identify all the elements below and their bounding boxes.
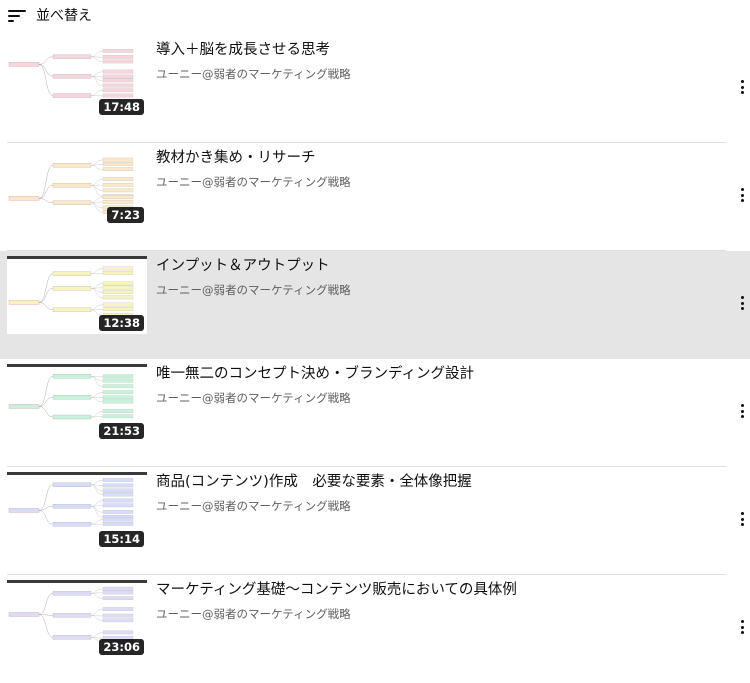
video-item[interactable]: 23:06 マーケティング基礎〜コンテンツ販売においての具体例 ユーニー@弱者の…: [0, 575, 750, 683]
video-title[interactable]: インプット＆アウトプット: [156, 256, 696, 276]
video-thumbnail[interactable]: 21:53: [7, 364, 147, 442]
video-title[interactable]: マーケティング基礎〜コンテンツ販売においての具体例: [156, 580, 696, 600]
more-options-icon[interactable]: [734, 75, 750, 99]
video-title[interactable]: 導入＋脳を成長させる思考: [156, 40, 696, 60]
channel-name[interactable]: ユーニー@弱者のマーケティング戦略: [156, 390, 351, 406]
more-options-icon[interactable]: [734, 291, 750, 315]
video-title[interactable]: 商品(コンテンツ)作成 必要な要素・全体像把握: [156, 472, 696, 492]
channel-name[interactable]: ユーニー@弱者のマーケティング戦略: [156, 606, 351, 622]
channel-name[interactable]: ユーニー@弱者のマーケティング戦略: [156, 498, 351, 514]
channel-name[interactable]: ユーニー@弱者のマーケティング戦略: [156, 66, 351, 82]
video-item[interactable]: 15:14 商品(コンテンツ)作成 必要な要素・全体像把握 ユーニー@弱者のマー…: [0, 467, 750, 575]
more-options-icon[interactable]: [734, 507, 750, 531]
video-thumbnail[interactable]: 17:48: [7, 40, 147, 118]
video-title[interactable]: 教材かき集め・リサーチ: [156, 148, 696, 168]
more-options-icon[interactable]: [734, 615, 750, 639]
more-options-icon[interactable]: [734, 183, 750, 207]
more-options-icon[interactable]: [734, 399, 750, 423]
video-duration: 17:48: [99, 99, 144, 115]
playlist-header: 並べ替え: [0, 0, 750, 30]
video-thumbnail[interactable]: 12:38: [7, 256, 147, 334]
video-duration: 7:23: [107, 207, 144, 223]
video-title[interactable]: 唯一無二のコンセプト決め・ブランディング設計: [156, 364, 696, 384]
video-duration: 12:38: [99, 315, 144, 331]
video-item[interactable]: 21:53 唯一無二のコンセプト決め・ブランディング設計 ユーニー@弱者のマーケ…: [0, 359, 750, 467]
video-duration: 15:14: [99, 531, 144, 547]
channel-name[interactable]: ユーニー@弱者のマーケティング戦略: [156, 174, 351, 190]
video-duration: 23:06: [99, 639, 144, 655]
sort-icon: [8, 8, 26, 22]
video-duration: 21:53: [99, 423, 144, 439]
channel-name[interactable]: ユーニー@弱者のマーケティング戦略: [156, 282, 351, 298]
video-thumbnail[interactable]: 23:06: [7, 580, 147, 658]
video-item[interactable]: 12:38 インプット＆アウトプット ユーニー@弱者のマーケティング戦略: [0, 251, 750, 359]
video-thumbnail[interactable]: 7:23: [7, 148, 147, 226]
sort-label: 並べ替え: [36, 8, 92, 24]
video-item[interactable]: 7:23 教材かき集め・リサーチ ユーニー@弱者のマーケティング戦略: [0, 143, 750, 251]
video-thumbnail[interactable]: 15:14: [7, 472, 147, 550]
sort-button[interactable]: 並べ替え: [8, 4, 92, 26]
video-item[interactable]: 17:48 導入＋脳を成長させる思考 ユーニー@弱者のマーケティング戦略: [0, 35, 750, 143]
